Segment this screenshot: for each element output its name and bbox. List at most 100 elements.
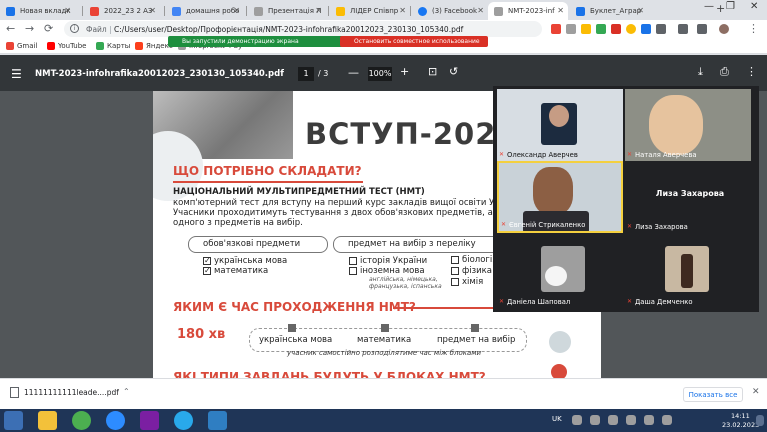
back-icon[interactable]: ← [6,22,15,35]
show-all-button[interactable]: Показать все [683,387,743,402]
bookmark-star-icon[interactable] [581,24,591,34]
language-indicator[interactable]: UK [552,415,562,423]
bookmark-gmail[interactable]: Gmail [6,42,37,50]
clock-time[interactable]: 14:11 [731,412,750,420]
participant-tile-5[interactable]: ✕ Даша Демченко [625,236,751,308]
empty-box-icon [451,267,459,275]
tab-3[interactable]: Презентація Л ✕ [248,2,326,20]
close-icon[interactable]: ✕ [399,6,406,15]
info-icon[interactable]: i [70,24,79,33]
address-bar[interactable]: i Файл | C:/Users/user/Desktop/Профорієн… [64,21,542,37]
gmail-icon [6,42,14,50]
mic-off-icon: ✕ [499,298,505,305]
close-icon[interactable]: ✕ [477,6,484,15]
bookmark-youtube[interactable]: YouTube [47,42,86,50]
page-total: / 3 [318,69,329,78]
maximize-icon[interactable]: ❐ [726,1,735,12]
start-button-icon[interactable] [4,411,23,430]
close-icon[interactable]: ✕ [637,6,644,15]
pdf-title: NMT-2023-infohrafika20012023_230130_1053… [35,69,284,79]
participant-tile-1[interactable]: ✕ Наталя Аверчева [625,89,751,161]
extensions-puzzle-icon[interactable] [678,24,688,34]
tray-icon[interactable] [572,415,582,425]
tray-icon[interactable] [644,415,654,425]
nmt-title: НАЦІОНАЛЬНИЙ МУЛЬТИПРЕДМЕТНИЙ ТЕСТ (НМТ) [173,187,425,197]
participant-name: Лиза Захарова [635,223,688,231]
close-icon[interactable]: ✕ [752,387,760,397]
url-text: C:/Users/user/Desktop/Профорієнтація/NMT… [114,25,464,34]
window-close-icon[interactable]: ✕ [750,1,758,12]
extension-icon[interactable] [626,24,636,34]
profile-avatar-icon[interactable] [719,24,729,34]
timeline-note: учасник самостійно розподілятиме час між… [287,349,482,357]
tab-7[interactable]: Буклет_Аграр ✕ [570,2,648,20]
tab-6-active[interactable]: NMT-2023-inf ✕ [488,2,568,20]
minimize-icon[interactable]: — [704,1,714,12]
extension-icon[interactable] [656,24,666,34]
reload-icon[interactable]: ⟳ [44,22,53,35]
zoom-out-icon[interactable]: — [348,66,359,79]
notifications-icon[interactable] [756,415,764,426]
bookmark-maps[interactable]: Карты [96,42,130,50]
tab-7-favicon-icon [576,7,585,16]
chevron-up-icon[interactable]: ⌃ [123,387,130,396]
tray-icon[interactable] [662,415,672,425]
close-icon[interactable]: ✕ [64,6,71,15]
subject-math: ✓ математика [203,266,268,276]
viber-icon[interactable] [140,411,159,430]
windows-taskbar: UK 14:11 23.02.2023 [0,409,767,432]
extension-icon[interactable] [641,24,651,34]
zoom-in-icon[interactable]: + [400,65,409,78]
participant-name: Даніела Шаповал [507,298,571,306]
chrome-icon[interactable] [72,411,91,430]
more-icon[interactable]: ⋮ [746,65,757,78]
close-icon[interactable]: ✕ [149,6,156,15]
close-icon[interactable]: ✕ [557,6,564,15]
participant-tile-0[interactable]: ✕ Олександр Аверчев [497,89,623,161]
clock-date[interactable]: 23.02.2023 [722,421,759,429]
section-heading-task-types: ЯКІ ТИПИ ЗАВДАНЬ БУДУТЬ У БЛОКАХ НМТ? [173,370,486,378]
side-panel-icon[interactable] [697,24,707,34]
tab-1[interactable]: 2022_23 2 АЗ ✕ [84,2,160,20]
tray-icon[interactable] [626,415,636,425]
print-icon[interactable]: ⎙ [720,65,729,79]
subject-history: історія України [349,256,427,266]
video-call-panel: ✕ Олександр Аверчев ✕ Наталя Аверчева ✕ … [493,86,759,312]
close-icon[interactable]: ✕ [233,6,240,15]
participant-tile-4[interactable]: ✕ Даніела Шаповал [497,236,623,308]
tab-0[interactable]: Новая вкладк ✕ [0,2,75,20]
tray-icon[interactable] [608,415,618,425]
participant-face [549,105,569,127]
subject-label: історія України [360,256,428,266]
participant-tile-2-active[interactable]: ✕ Євгеній Стрикаленко [497,161,623,233]
tab-5[interactable]: (3) Facebook ✕ [412,2,488,20]
tab-2[interactable]: домашня робо ✕ [166,2,244,20]
timeline-marker [381,324,389,332]
tab-4[interactable]: ЛІДЕР Співпр ✕ [330,2,410,20]
share-icon[interactable] [566,24,576,34]
participant-tile-3[interactable]: Лиза Захарова ✕ Лиза Захарова [625,161,751,233]
extension-icon[interactable] [611,24,621,34]
kebab-menu-icon[interactable]: ⋮ [748,22,759,35]
fit-page-icon[interactable]: ⊡ [428,65,437,78]
mic-off-icon: ✕ [627,223,633,230]
rotate-icon[interactable]: ↺ [449,65,458,78]
tray-icon[interactable] [590,415,600,425]
participant-display-name: Лиза Захарова [655,189,725,198]
stop-sharing-button[interactable]: Остановить совместное использование [340,36,488,47]
app-icon[interactable] [208,411,227,430]
file-explorer-icon[interactable] [38,411,57,430]
download-icon[interactable]: ⤓ [698,65,703,79]
page-number-input[interactable]: 1 [298,67,314,81]
mic-off-icon: ✕ [627,151,633,158]
download-item[interactable]: 11111111111leade....pdf [10,387,119,398]
forward-icon[interactable]: → [25,22,34,35]
new-tab-icon[interactable]: + [716,2,725,15]
extension-adblock-icon[interactable] [551,24,561,34]
zoom-input[interactable]: 100% [368,67,392,81]
menu-icon[interactable]: ☰ [11,67,22,81]
extension-icon[interactable] [596,24,606,34]
telegram-icon[interactable] [174,411,193,430]
zoom-icon[interactable] [106,411,125,430]
close-icon[interactable]: ✕ [315,6,322,15]
